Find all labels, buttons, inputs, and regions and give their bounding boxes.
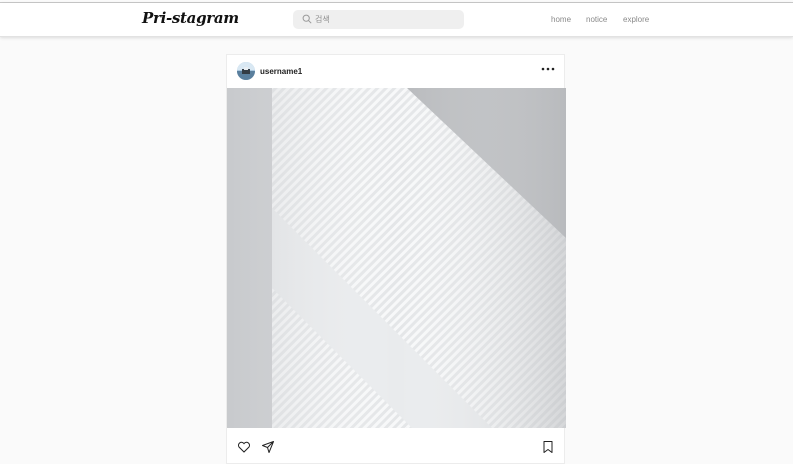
nav-link-notice[interactable]: notice — [586, 15, 607, 24]
top-navbar: Pri-stagram home notice explore — [0, 3, 793, 37]
search-box[interactable] — [293, 10, 464, 29]
search-icon — [302, 14, 312, 24]
app-logo[interactable]: Pri-stagram — [142, 9, 239, 27]
avatar-image — [237, 62, 255, 80]
post-image[interactable] — [227, 88, 566, 428]
post-actions — [227, 435, 566, 455]
post-photo-graphic — [227, 88, 566, 428]
send-icon[interactable] — [261, 440, 275, 454]
avatar[interactable] — [237, 62, 255, 80]
nav-link-explore[interactable]: explore — [623, 15, 649, 24]
nav-link-home[interactable]: home — [551, 15, 571, 24]
post-card: username1 — [226, 54, 566, 464]
bookmark-icon[interactable] — [541, 440, 555, 454]
search-input[interactable] — [315, 12, 455, 26]
post-username[interactable]: username1 — [260, 67, 302, 76]
more-dots-icon[interactable] — [538, 59, 558, 77]
heart-icon[interactable] — [237, 440, 251, 454]
